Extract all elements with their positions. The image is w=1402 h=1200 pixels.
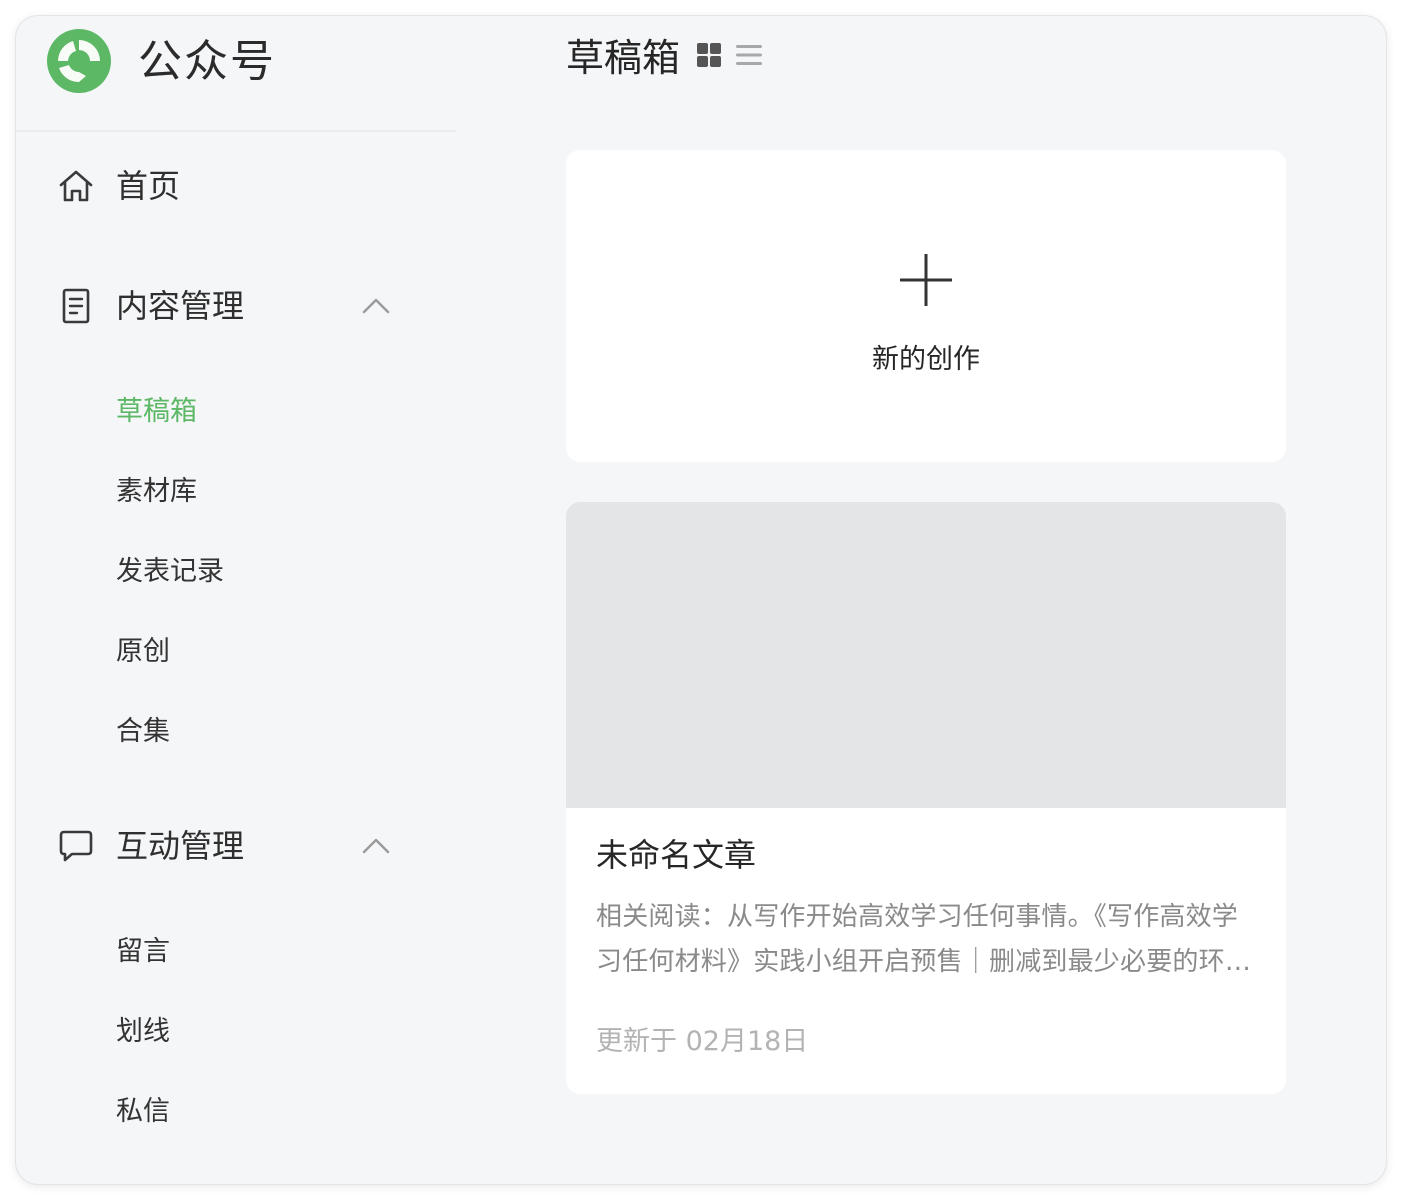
sidebar-subitem-highlights[interactable]: 划线	[116, 1007, 170, 1057]
sidebar-item-label: 互动管理	[116, 827, 245, 865]
draft-article-card[interactable]: 未命名文章 相关阅读：从写作开始高效学习任何事情。《写作高效学习任何材料》实践小…	[566, 502, 1286, 1094]
sidebar-subitem-drafts[interactable]: 草稿箱	[116, 387, 197, 437]
article-title: 未命名文章	[596, 836, 757, 874]
article-cover-placeholder	[566, 502, 1286, 808]
sidebar-item-content-management[interactable]: 内容管理	[16, 276, 456, 336]
chevron-up-icon[interactable]	[360, 832, 392, 860]
sidebar-item-home[interactable]: 首页	[16, 156, 456, 216]
new-creation-label: 新的创作	[872, 344, 980, 375]
list-view-icon[interactable]	[734, 42, 764, 68]
article-updated-date: 更新于 02月18日	[596, 1026, 809, 1057]
home-icon	[59, 170, 93, 202]
chat-bubble-icon	[59, 830, 93, 862]
plus-icon	[900, 254, 952, 306]
new-creation-card[interactable]: 新的创作	[566, 150, 1286, 462]
sidebar-item-interaction-management[interactable]: 互动管理	[16, 816, 456, 876]
sidebar-item-label: 内容管理	[116, 287, 245, 325]
app-window: 公众号 首页 内容管理 草稿箱 素材库 发表记录 原创 合集 互动管理 留言 划…	[16, 16, 1386, 1184]
grid-view-icon[interactable]	[696, 42, 722, 68]
brand-header: 公众号	[16, 16, 456, 132]
sidebar-subitem-messages[interactable]: 私信	[116, 1087, 170, 1137]
sidebar: 公众号 首页 内容管理 草稿箱 素材库 发表记录 原创 合集 互动管理 留言 划…	[16, 16, 456, 1184]
document-icon	[62, 288, 90, 324]
sidebar-subitem-collections[interactable]: 合集	[116, 707, 170, 757]
sidebar-item-label: 首页	[116, 167, 181, 205]
sidebar-subitem-comments[interactable]: 留言	[116, 927, 170, 977]
sidebar-subitem-publish-history[interactable]: 发表记录	[116, 547, 224, 597]
article-summary: 相关阅读：从写作开始高效学习任何事情。《写作高效学习任何材料》实践小组开启预售｜…	[596, 902, 1239, 977]
page-title: 草稿箱	[566, 36, 681, 80]
brand-name: 公众号	[138, 36, 276, 87]
sidebar-subitem-original[interactable]: 原创	[116, 627, 170, 677]
wechat-logo-icon	[47, 29, 111, 93]
chevron-up-icon[interactable]	[360, 292, 392, 320]
sidebar-subitem-materials[interactable]: 素材库	[116, 467, 197, 517]
